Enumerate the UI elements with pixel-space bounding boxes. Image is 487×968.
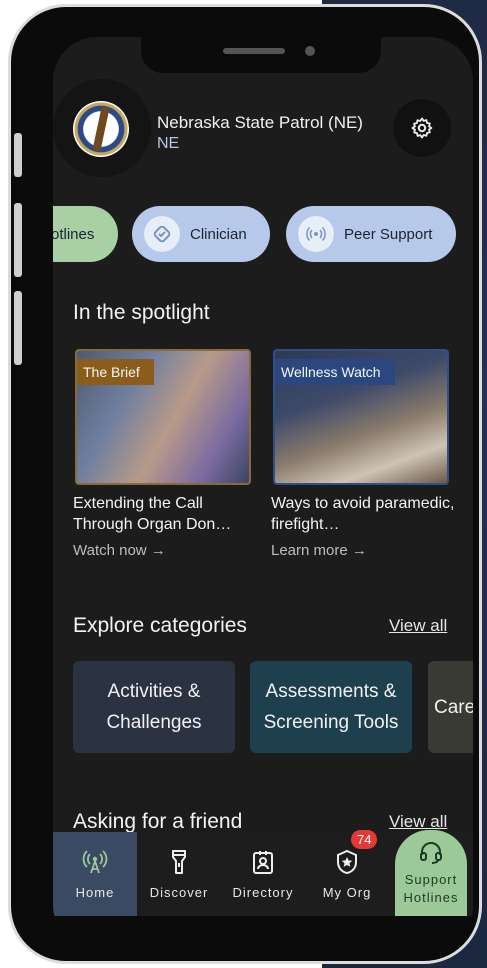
front-camera bbox=[305, 46, 315, 56]
spotlight-card-image-brief[interactable]: The Brief bbox=[75, 349, 251, 485]
volume-up-button bbox=[14, 203, 22, 277]
state-patrol-badge-icon bbox=[73, 101, 129, 157]
org-abbreviation: NE bbox=[157, 135, 180, 152]
mute-switch bbox=[14, 133, 22, 177]
bottom-nav: Home Discover Directory 74 My Org Suppor… bbox=[53, 830, 473, 916]
nav-home-label: Home bbox=[75, 884, 115, 900]
category-card-activities[interactable]: Activities & Challenges bbox=[73, 661, 235, 753]
notch bbox=[141, 37, 381, 73]
peer-support-icon bbox=[298, 216, 334, 252]
org-avatar[interactable] bbox=[53, 79, 151, 177]
clinician-icon bbox=[144, 216, 180, 252]
chip-clinician-label: Clinician bbox=[190, 225, 247, 243]
phone-frame: Nebraska State Patrol (NE) NE otlines Cl… bbox=[8, 4, 482, 964]
broadcast-tower-icon bbox=[82, 849, 108, 875]
chip-hotlines[interactable]: otlines bbox=[53, 206, 118, 262]
spotlight-title: In the spotlight bbox=[73, 301, 210, 324]
nav-support-label: Support Hotlines bbox=[403, 872, 459, 905]
chip-hotlines-label: otlines bbox=[53, 225, 95, 243]
nav-my-org[interactable]: 74 My Org bbox=[305, 830, 389, 916]
categories-view-all-link[interactable]: View all bbox=[389, 616, 447, 636]
contact-card-icon bbox=[251, 849, 275, 875]
friend-title: Asking for a friend bbox=[73, 810, 243, 833]
shield-star-icon bbox=[335, 849, 359, 875]
speaker bbox=[223, 48, 285, 54]
volume-down-button bbox=[14, 291, 22, 365]
card-title[interactable]: Ways to avoid paramedic, firefight… bbox=[271, 493, 455, 535]
notification-count-badge: 74 bbox=[351, 830, 378, 849]
org-name: Nebraska State Patrol (NE) bbox=[157, 113, 363, 132]
learn-more-link[interactable]: Learn more → bbox=[271, 542, 367, 559]
category-card-care[interactable]: Care bbox=[428, 661, 473, 753]
chip-peer-support[interactable]: Peer Support bbox=[286, 206, 456, 262]
card-tag: Wellness Watch bbox=[275, 359, 395, 385]
category-card-assessments[interactable]: Assessments & Screening Tools bbox=[250, 661, 412, 753]
card-tag: The Brief bbox=[77, 359, 154, 385]
card-title[interactable]: Extending the Call Through Organ Don… bbox=[73, 493, 257, 535]
watch-now-link[interactable]: Watch now → bbox=[73, 542, 166, 559]
home-indicator-area bbox=[53, 916, 473, 949]
flashlight-icon bbox=[168, 849, 190, 875]
nav-home[interactable]: Home bbox=[53, 832, 137, 916]
chip-clinician[interactable]: Clinician bbox=[132, 206, 270, 262]
gear-icon bbox=[411, 117, 433, 139]
friend-view-all-link[interactable]: View all bbox=[389, 812, 447, 832]
category-label: Assessments & Screening Tools bbox=[263, 681, 399, 733]
app-screen: Nebraska State Patrol (NE) NE otlines Cl… bbox=[53, 37, 473, 949]
nav-my-org-label: My Org bbox=[322, 884, 372, 900]
categories-title: Explore categories bbox=[73, 614, 247, 637]
nav-discover[interactable]: Discover bbox=[137, 832, 221, 916]
spotlight-card-image-wellness[interactable]: Wellness Watch bbox=[273, 349, 449, 485]
category-label: Care bbox=[434, 696, 473, 718]
headset-icon bbox=[418, 839, 444, 865]
chip-peer-support-label: Peer Support bbox=[344, 225, 433, 243]
nav-support-hotlines[interactable]: Support Hotlines bbox=[395, 830, 467, 916]
settings-button[interactable] bbox=[393, 99, 451, 157]
nav-discover-label: Discover bbox=[149, 884, 209, 900]
category-label: Activities & Challenges bbox=[106, 681, 202, 733]
nav-directory[interactable]: Directory bbox=[221, 832, 305, 916]
nav-directory-label: Directory bbox=[232, 884, 294, 900]
